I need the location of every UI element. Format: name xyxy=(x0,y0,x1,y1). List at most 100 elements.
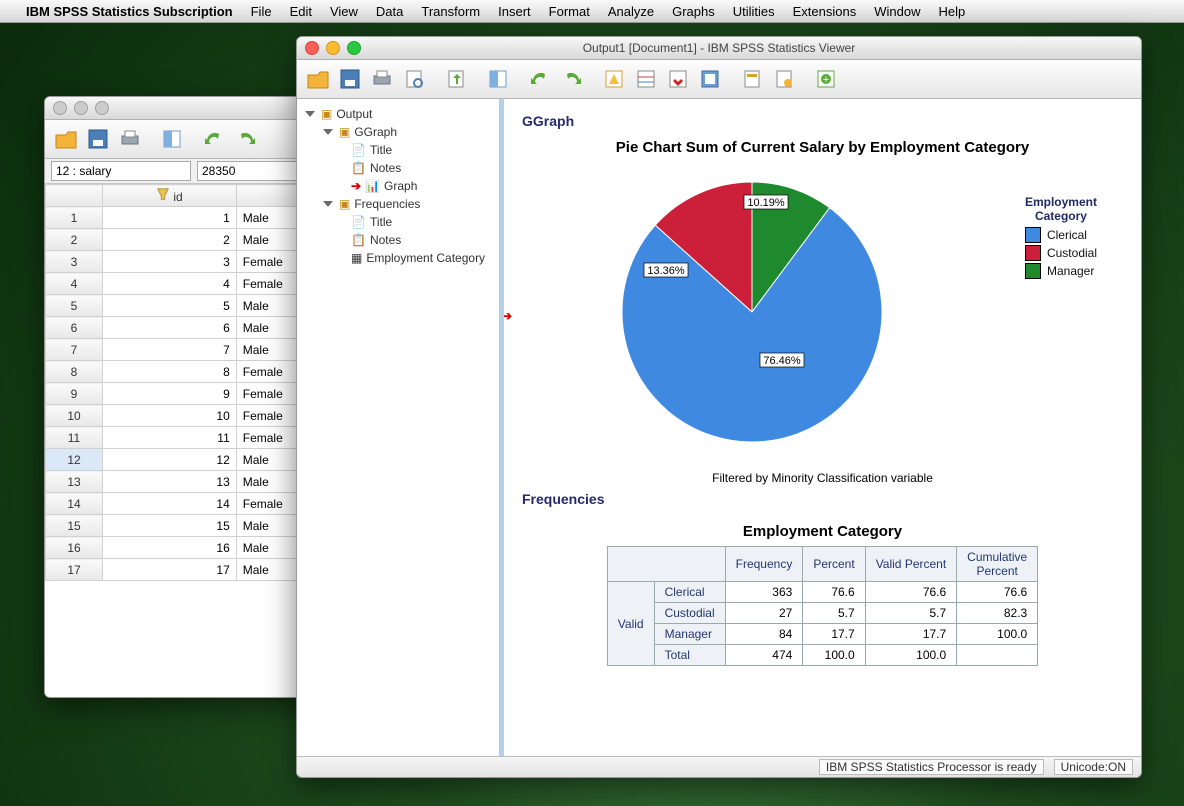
cell-freq[interactable]: 363 xyxy=(725,582,803,603)
cell-id[interactable]: 5 xyxy=(103,295,237,317)
cell-id[interactable]: 9 xyxy=(103,383,237,405)
cell-id[interactable]: 2 xyxy=(103,229,237,251)
open-icon[interactable] xyxy=(303,64,333,94)
undo-icon[interactable] xyxy=(525,64,555,94)
variables-icon[interactable] xyxy=(631,64,661,94)
col-valid-percent[interactable]: Valid Percent xyxy=(865,547,956,582)
row-header[interactable]: 13 xyxy=(46,471,103,493)
outline-ggraph-graph[interactable]: ➔📊Graph xyxy=(301,177,495,195)
col-percent[interactable]: Percent xyxy=(803,547,865,582)
cell-vpct[interactable]: 100.0 xyxy=(865,645,956,666)
outline-frequencies[interactable]: ▣Frequencies xyxy=(301,195,495,213)
insert-heading-icon[interactable] xyxy=(737,64,767,94)
row-label[interactable]: Manager xyxy=(654,624,725,645)
outline-freq-title[interactable]: 📄Title xyxy=(301,213,495,231)
cell-vpct[interactable]: 17.7 xyxy=(865,624,956,645)
row-header[interactable]: 10 xyxy=(46,405,103,427)
outline-ggraph-title[interactable]: 📄Title xyxy=(301,141,495,159)
cell-freq[interactable]: 84 xyxy=(725,624,803,645)
outline-freq-notes[interactable]: 📋Notes xyxy=(301,231,495,249)
row-header[interactable]: 1 xyxy=(46,207,103,229)
menu-edit[interactable]: Edit xyxy=(290,4,312,19)
corner-header[interactable] xyxy=(46,185,103,207)
run-icon[interactable] xyxy=(663,64,693,94)
designate-window-icon[interactable]: + xyxy=(811,64,841,94)
insert-text-icon[interactable] xyxy=(769,64,799,94)
minimize-icon[interactable] xyxy=(74,101,88,115)
save-icon[interactable] xyxy=(335,64,365,94)
menu-file[interactable]: File xyxy=(251,4,272,19)
cell-cpct[interactable]: 82.3 xyxy=(957,603,1038,624)
cell-id[interactable]: 3 xyxy=(103,251,237,273)
zoom-icon[interactable] xyxy=(95,101,109,115)
zoom-icon[interactable] xyxy=(347,41,361,55)
row-header[interactable]: 15 xyxy=(46,515,103,537)
row-header[interactable]: 2 xyxy=(46,229,103,251)
row-header[interactable]: 12 xyxy=(46,449,103,471)
redo-icon[interactable] xyxy=(231,124,261,154)
close-icon[interactable] xyxy=(305,41,319,55)
cell-freq[interactable]: 474 xyxy=(725,645,803,666)
print-icon[interactable] xyxy=(115,124,145,154)
row-header[interactable]: 5 xyxy=(46,295,103,317)
row-header[interactable]: 16 xyxy=(46,537,103,559)
select-icon[interactable] xyxy=(695,64,725,94)
cell-pct[interactable]: 17.7 xyxy=(803,624,865,645)
cell-pct[interactable]: 5.7 xyxy=(803,603,865,624)
col-id[interactable]: id xyxy=(103,185,237,207)
menu-transform[interactable]: Transform xyxy=(421,4,480,19)
cell-id[interactable]: 16 xyxy=(103,537,237,559)
cell-id[interactable]: 10 xyxy=(103,405,237,427)
minimize-icon[interactable] xyxy=(326,41,340,55)
menu-insert[interactable]: Insert xyxy=(498,4,531,19)
cell-cpct[interactable] xyxy=(957,645,1038,666)
menu-graphs[interactable]: Graphs xyxy=(672,4,715,19)
cell-reference-input[interactable] xyxy=(51,161,191,181)
print-icon[interactable] xyxy=(367,64,397,94)
macos-menubar[interactable]: IBM SPSS Statistics Subscription File Ed… xyxy=(0,0,1184,23)
row-label[interactable]: Custodial xyxy=(654,603,725,624)
col-frequency[interactable]: Frequency xyxy=(725,547,803,582)
row-header[interactable]: 8 xyxy=(46,361,103,383)
row-header[interactable]: 3 xyxy=(46,251,103,273)
output-titlebar[interactable]: Output1 [Document1] - IBM SPSS Statistic… xyxy=(297,37,1141,60)
row-header[interactable]: 9 xyxy=(46,383,103,405)
cell-cpct[interactable]: 76.6 xyxy=(957,582,1038,603)
cell-pct[interactable]: 100.0 xyxy=(803,645,865,666)
row-header[interactable]: 6 xyxy=(46,317,103,339)
row-header[interactable]: 4 xyxy=(46,273,103,295)
frequencies-table[interactable]: Frequency Percent Valid Percent Cumulati… xyxy=(607,546,1038,666)
cell-id[interactable]: 15 xyxy=(103,515,237,537)
open-icon[interactable] xyxy=(51,124,81,154)
cell-cpct[interactable]: 100.0 xyxy=(957,624,1038,645)
outline-freq-table[interactable]: ▦Employment Category xyxy=(301,249,495,267)
goto-icon[interactable] xyxy=(157,124,187,154)
row-header[interactable]: 11 xyxy=(46,427,103,449)
cell-id[interactable]: 12 xyxy=(103,449,237,471)
output-canvas[interactable]: ➔ GGraph Pie Chart Sum of Current Salary… xyxy=(500,99,1141,756)
cell-id[interactable]: 6 xyxy=(103,317,237,339)
cell-id[interactable]: 4 xyxy=(103,273,237,295)
cell-id[interactable]: 17 xyxy=(103,559,237,581)
undo-icon[interactable] xyxy=(199,124,229,154)
cell-id[interactable]: 7 xyxy=(103,339,237,361)
goto-icon[interactable] xyxy=(483,64,513,94)
outline-output[interactable]: ▣Output xyxy=(301,105,495,123)
row-label[interactable]: Total xyxy=(654,645,725,666)
outline-ggraph[interactable]: ▣GGraph xyxy=(301,123,495,141)
cell-id[interactable]: 14 xyxy=(103,493,237,515)
cell-id[interactable]: 11 xyxy=(103,427,237,449)
row-label[interactable]: Clerical xyxy=(654,582,725,603)
redo-icon[interactable] xyxy=(557,64,587,94)
output-outline[interactable]: ▣Output ▣GGraph 📄Title 📋Notes ➔📊Graph ▣F… xyxy=(297,99,500,756)
cell-id[interactable]: 1 xyxy=(103,207,237,229)
dialog-recall-icon[interactable] xyxy=(599,64,629,94)
close-icon[interactable] xyxy=(53,101,67,115)
output-viewer-window[interactable]: Output1 [Document1] - IBM SPSS Statistic… xyxy=(296,36,1142,778)
row-header[interactable]: 7 xyxy=(46,339,103,361)
export-icon[interactable] xyxy=(441,64,471,94)
pie-chart[interactable]: Pie Chart Sum of Current Salary by Emplo… xyxy=(522,139,1123,485)
outline-ggraph-notes[interactable]: 📋Notes xyxy=(301,159,495,177)
col-cum-percent[interactable]: CumulativePercent xyxy=(957,547,1038,582)
row-header[interactable]: 14 xyxy=(46,493,103,515)
